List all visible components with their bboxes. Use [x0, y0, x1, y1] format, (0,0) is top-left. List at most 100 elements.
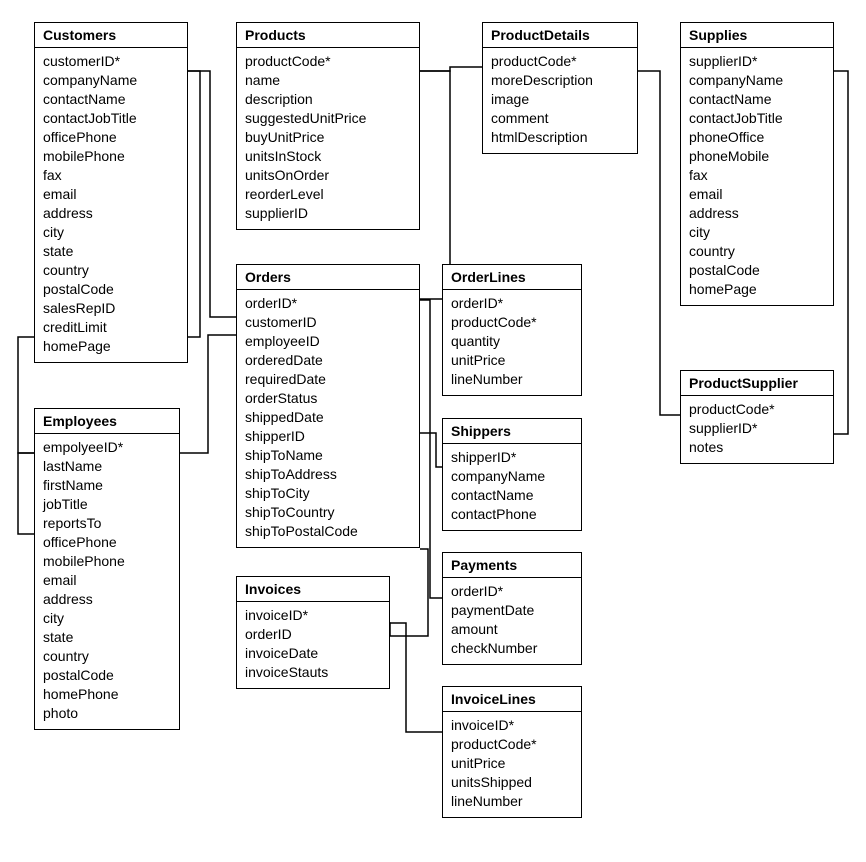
entity-attribute: supplierID* [689, 419, 825, 438]
entity-employees: EmployeesempolyeeID*lastNamefirstNamejob… [34, 408, 180, 730]
entity-attribute: description [245, 90, 411, 109]
entity-title: ProductSupplier [681, 371, 833, 396]
entity-attribute: salesRepID [43, 299, 179, 318]
entity-attribute: orderStatus [245, 389, 411, 408]
entity-title: ProductDetails [483, 23, 637, 48]
entity-attribute: requiredDate [245, 370, 411, 389]
entity-attribute: unitsInStock [245, 147, 411, 166]
relationship-line [420, 433, 442, 467]
entity-shippers: ShippersshipperID*companyNamecontactName… [442, 418, 582, 531]
entity-attribute: postalCode [43, 666, 171, 685]
entity-attribute: city [43, 223, 179, 242]
entity-attribute: suggestedUnitPrice [245, 109, 411, 128]
entity-attribute: state [43, 242, 179, 261]
entity-attribute: invoiceDate [245, 644, 381, 663]
entity-attribute: country [43, 261, 179, 280]
entity-attribute: quantity [451, 332, 573, 351]
entity-attribute: paymentDate [451, 601, 573, 620]
entity-attribute: comment [491, 109, 629, 128]
entity-attribute: country [43, 647, 171, 666]
entity-attribute: officePhone [43, 533, 171, 552]
entity-attribute: phoneOffice [689, 128, 825, 147]
entity-attribute: photo [43, 704, 171, 723]
relationship-line [18, 453, 34, 534]
entity-supplies: SuppliessupplierID*companyNamecontactNam… [680, 22, 834, 306]
entity-attribute: shipToName [245, 446, 411, 465]
entity-attribute: mobilePhone [43, 147, 179, 166]
entity-attribute: orderID* [451, 582, 573, 601]
entity-attribute: orderID* [245, 294, 411, 313]
entity-attribute: contactJobTitle [43, 109, 179, 128]
entity-attribute: productCode* [689, 400, 825, 419]
entity-attribute: invoiceID* [451, 716, 573, 735]
entity-attribute: productCode* [491, 52, 629, 71]
entity-invoicelines: InvoiceLinesinvoiceID*productCode*unitPr… [442, 686, 582, 818]
entity-attribute: customerID* [43, 52, 179, 71]
entity-attribute: companyName [451, 467, 573, 486]
entity-body: customerID*companyNamecontactNamecontact… [35, 48, 187, 362]
entity-attribute: email [43, 185, 179, 204]
entity-title: Employees [35, 409, 179, 434]
entity-attribute: image [491, 90, 629, 109]
entity-body: productCode*supplierID*notes [681, 396, 833, 463]
entity-body: supplierID*companyNamecontactNamecontact… [681, 48, 833, 305]
entity-body: orderID*paymentDateamountcheckNumber [443, 578, 581, 664]
entity-attribute: companyName [43, 71, 179, 90]
entity-attribute: invoiceStauts [245, 663, 381, 682]
entity-attribute: address [43, 204, 179, 223]
relationship-line [420, 300, 442, 598]
entity-attribute: moreDescription [491, 71, 629, 90]
relationship-line [188, 71, 236, 317]
entity-attribute: lineNumber [451, 370, 573, 389]
entity-attribute: email [689, 185, 825, 204]
entity-attribute: contactJobTitle [689, 109, 825, 128]
entity-attribute: buyUnitPrice [245, 128, 411, 147]
entity-attribute: supplierID [245, 204, 411, 223]
entity-attribute: shipToCountry [245, 503, 411, 522]
entity-attribute: country [689, 242, 825, 261]
entity-attribute: city [689, 223, 825, 242]
entity-attribute: invoiceID* [245, 606, 381, 625]
entity-attribute: officePhone [43, 128, 179, 147]
relationship-line [638, 71, 680, 415]
entity-attribute: shipToPostalCode [245, 522, 411, 541]
entity-body: invoiceID*productCode*unitPriceunitsShip… [443, 712, 581, 817]
entity-orders: OrdersorderID*customerIDemployeeIDordere… [236, 264, 420, 548]
entity-body: orderID*customerIDemployeeIDorderedDater… [237, 290, 419, 547]
entity-attribute: reorderLevel [245, 185, 411, 204]
entity-attribute: orderedDate [245, 351, 411, 370]
entity-payments: PaymentsorderID*paymentDateamountcheckNu… [442, 552, 582, 665]
entity-products: ProductsproductCode*namedescriptionsugge… [236, 22, 420, 230]
entity-attribute: postalCode [689, 261, 825, 280]
entity-attribute: unitsOnOrder [245, 166, 411, 185]
entity-body: productCode*namedescriptionsuggestedUnit… [237, 48, 419, 229]
entity-attribute: unitsShipped [451, 773, 573, 792]
entity-attribute: address [689, 204, 825, 223]
entity-attribute: shipToAddress [245, 465, 411, 484]
entity-attribute: lineNumber [451, 792, 573, 811]
entity-body: invoiceID*orderIDinvoiceDateinvoiceStaut… [237, 602, 389, 688]
er-diagram: CustomerscustomerID*companyNamecontactNa… [0, 0, 866, 862]
entity-attribute: reportsTo [43, 514, 171, 533]
entity-attribute: city [43, 609, 171, 628]
entity-attribute: amount [451, 620, 573, 639]
entity-attribute: notes [689, 438, 825, 457]
entity-attribute: unitPrice [451, 754, 573, 773]
entity-attribute: fax [43, 166, 179, 185]
entity-body: orderID*productCode*quantityunitPricelin… [443, 290, 581, 395]
entity-title: Shippers [443, 419, 581, 444]
entity-attribute: productCode* [451, 735, 573, 754]
entity-productdetails: ProductDetails productCode*moreDescriptio… [482, 22, 638, 154]
entity-attribute: state [43, 628, 171, 647]
entity-orderlines: OrderLinesorderID*productCode*quantityun… [442, 264, 582, 396]
entity-body: empolyeeID*lastNamefirstNamejobTitlerepo… [35, 434, 179, 729]
entity-attribute: contactPhone [451, 505, 573, 524]
entity-attribute: email [43, 571, 171, 590]
entity-attribute: productCode* [245, 52, 411, 71]
entity-title: Customers [35, 23, 187, 48]
entity-attribute: contactName [689, 90, 825, 109]
entity-body: shipperID*companyNamecontactNamecontactP… [443, 444, 581, 530]
entity-title: Invoices [237, 577, 389, 602]
entity-attribute: empolyeeID* [43, 438, 171, 457]
relationship-line [18, 337, 34, 453]
